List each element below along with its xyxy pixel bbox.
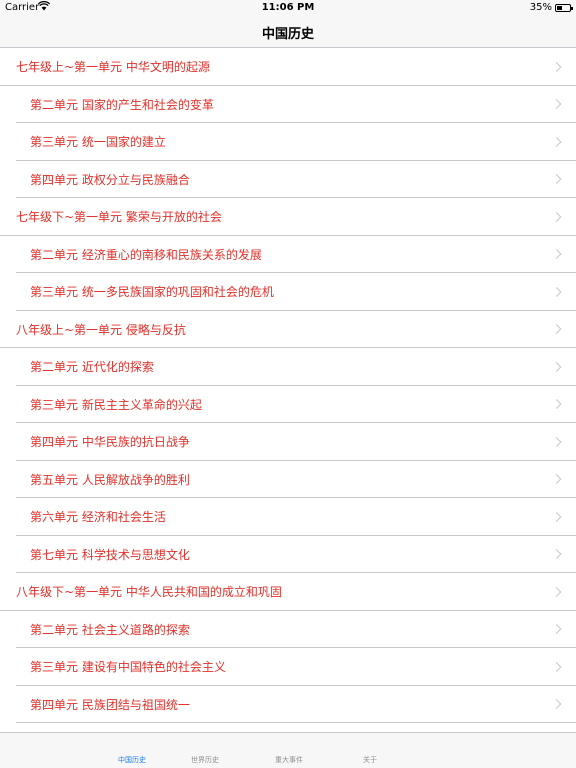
battery-icon xyxy=(555,4,573,12)
chevron-right-icon xyxy=(551,549,562,560)
tab-label: 关于 xyxy=(363,756,377,764)
chevron-right-icon xyxy=(551,699,562,710)
list-item[interactable]: 八年级下~第一单元 中华人民共和国的成立和巩固 xyxy=(0,573,576,611)
status-bar: Carrier 11:06 PM 35% xyxy=(0,0,576,16)
tab-item[interactable]: 世界历史 xyxy=(165,733,245,768)
list-item-label: 第四单元 政权分立与民族融合 xyxy=(30,172,190,187)
tab-item[interactable]: 重大事件 xyxy=(249,733,329,768)
chevron-right-icon xyxy=(551,136,562,147)
list-item[interactable]: 第四单元 中华民族的抗日战争 xyxy=(0,423,576,461)
list-item-label: 八年级下~第一单元 中华人民共和国的成立和巩固 xyxy=(16,585,282,600)
chevron-right-icon xyxy=(551,174,562,185)
unit-list[interactable]: 七年级上~第一单元 中华文明的起源 第二单元 国家的产生和社会的变革 第三单元 统一… xyxy=(0,48,576,732)
list-item-label: 第二单元 经济重心的南移和民族关系的发展 xyxy=(30,247,262,262)
chevron-right-icon xyxy=(551,61,562,72)
battery-percent: 35% xyxy=(529,2,552,13)
list-item[interactable]: 第四单元 政权分立与民族融合 xyxy=(0,161,576,199)
page-title: 中国历史 xyxy=(261,27,314,42)
list-item-label: 第三单元 新民主主义革命的兴起 xyxy=(30,397,202,412)
tab-item[interactable]: 中国历史 xyxy=(92,733,172,768)
list-item[interactable]: 第三单元 新民主主义革命的兴起 xyxy=(0,386,576,424)
tab-label: 世界历史 xyxy=(191,756,219,764)
list-item-label: 七年级上~第一单元 中华文明的起源 xyxy=(16,60,210,75)
tab-bar: 中国历史 世界历史 重大事件 关于 xyxy=(0,732,576,768)
chevron-right-icon xyxy=(551,624,562,635)
list-item-label: 第四单元 中华民族的抗日战争 xyxy=(30,435,190,450)
list-item-label: 第二单元 近代化的探索 xyxy=(30,360,154,375)
chevron-right-icon xyxy=(551,286,562,297)
list-item-label: 第二单元 社会主义道路的探索 xyxy=(30,622,190,637)
list-item[interactable]: 第二单元 近代化的探索 xyxy=(0,348,576,386)
tab-label: 重大事件 xyxy=(275,756,303,764)
list-item[interactable]: 第二单元 经济重心的南移和民族关系的发展 xyxy=(0,236,576,274)
list-item-label: 第三单元 统一国家的建立 xyxy=(30,135,166,150)
clock: 11:06 PM xyxy=(261,2,315,13)
chevron-right-icon xyxy=(551,99,562,110)
list-item-label: 七年级下~第一单元 繁荣与开放的社会 xyxy=(16,210,222,225)
list-item[interactable]: 第七单元 科学技术与思想文化 xyxy=(0,536,576,574)
chevron-right-icon xyxy=(551,661,562,672)
list-item-label: 第四单元 民族团结与祖国统一 xyxy=(30,697,190,712)
list-item-label: 第三单元 建设有中国特色的社会主义 xyxy=(30,660,226,675)
list-item[interactable]: 第三单元 统一多民族国家的巩固和社会的危机 xyxy=(0,273,576,311)
chevron-right-icon xyxy=(551,436,562,447)
list-item[interactable]: 第三单元 建设有中国特色的社会主义 xyxy=(0,648,576,686)
chevron-right-icon xyxy=(551,474,562,485)
navigation-bar: 中国历史 xyxy=(0,16,576,48)
chevron-right-icon xyxy=(551,511,562,522)
list-item[interactable]: 第五单元 人民解放战争的胜利 xyxy=(0,461,576,499)
list-item[interactable]: 第二单元 国家的产生和社会的变革 xyxy=(0,86,576,124)
list-item[interactable]: 七年级上~第一单元 中华文明的起源 xyxy=(0,48,576,86)
list-item-label: 第六单元 经济和社会生活 xyxy=(30,510,166,525)
list-item-label: 第三单元 统一多民族国家的巩固和社会的危机 xyxy=(30,285,274,300)
list-item[interactable]: 第三单元 统一国家的建立 xyxy=(0,123,576,161)
chevron-right-icon xyxy=(551,324,562,335)
tab-item[interactable]: 关于 xyxy=(330,733,410,768)
list-item[interactable]: 第二单元 社会主义道路的探索 xyxy=(0,611,576,649)
list-item[interactable]: 第六单元 经济和社会生活 xyxy=(0,498,576,536)
chevron-right-icon xyxy=(551,249,562,260)
list-item-label: 第五单元 人民解放战争的胜利 xyxy=(30,472,190,487)
list-item-label: 第七单元 科学技术与思想文化 xyxy=(30,547,190,562)
chevron-right-icon xyxy=(551,399,562,410)
list-item[interactable]: 七年级下~第一单元 繁荣与开放的社会 xyxy=(0,198,576,236)
chevron-right-icon xyxy=(551,361,562,372)
list-item[interactable]: 八年级上~第一单元 侵略与反抗 xyxy=(0,311,576,349)
list-item[interactable]: 第四单元 民族团结与祖国统一 xyxy=(0,686,576,724)
chevron-right-icon xyxy=(551,586,562,597)
list-item-label: 第二单元 国家的产生和社会的变革 xyxy=(30,97,214,112)
tab-label: 中国历史 xyxy=(118,756,146,764)
list-item-label: 八年级上~第一单元 侵略与反抗 xyxy=(16,322,186,337)
chevron-right-icon xyxy=(551,211,562,222)
